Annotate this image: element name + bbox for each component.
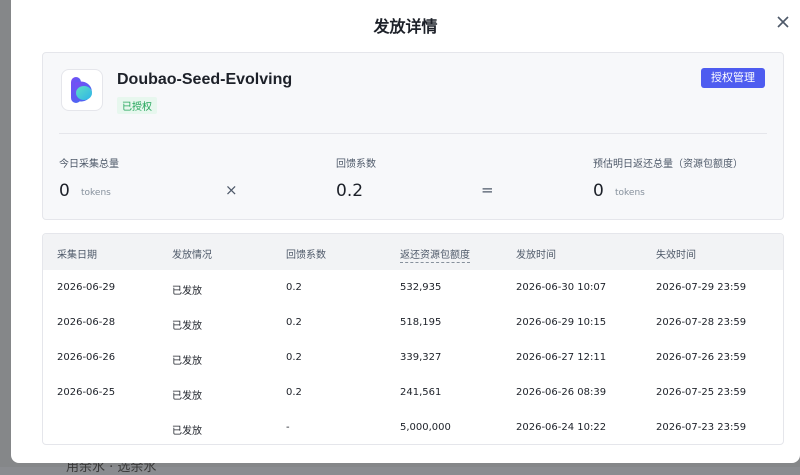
model-logo <box>61 69 103 111</box>
cell-collect-date: 2026-06-29 <box>57 282 116 293</box>
cell-issue-time: 2026-06-27 12:11 <box>516 352 607 363</box>
cell-collect-date: 2026-06-25 <box>57 387 116 398</box>
cell-issue-time: 2026-06-30 10:07 <box>516 282 607 293</box>
cell-refund-quota: 241,561 <box>400 387 442 398</box>
equals-operator: = <box>481 181 494 199</box>
estimate-label: 预估明日返还总量（资源包额度） <box>593 159 743 170</box>
cell-issue-status: 已发放 <box>172 426 202 437</box>
column-header-collect-date: 采集日期 <box>57 250 97 261</box>
cell-collect-date: 2026-06-26 <box>57 352 116 363</box>
doubao-logo-icon <box>71 77 92 103</box>
cell-coefficient: - <box>286 422 290 433</box>
column-header-issue-status: 发放情况 <box>172 250 212 261</box>
coefficient-value: 0.2 <box>336 181 364 201</box>
cell-expire-time: 2026-07-25 23:59 <box>656 387 747 398</box>
cell-issue-time: 2026-06-26 08:39 <box>516 387 607 398</box>
cell-coefficient: 0.2 <box>286 282 302 293</box>
close-icon[interactable] <box>775 14 791 30</box>
cell-issue-status: 已发放 <box>172 321 202 332</box>
cell-issue-time: 2026-06-24 10:22 <box>516 422 607 433</box>
cell-expire-time: 2026-07-29 23:59 <box>656 282 747 293</box>
cell-issue-status: 已发放 <box>172 391 202 402</box>
card-divider <box>59 133 767 134</box>
cell-issue-time: 2026-06-29 10:15 <box>516 317 607 328</box>
estimate-value: 0 <box>593 181 604 201</box>
issuance-detail-modal: 发放详情 Doubao-Seed-Evolving 已授权 授权管理 今日采集总… <box>11 0 800 463</box>
cell-coefficient: 0.2 <box>286 387 302 398</box>
cell-refund-quota: 532,935 <box>400 282 442 293</box>
cell-refund-quota: 339,327 <box>400 352 442 363</box>
column-header-expire-time: 失效时间 <box>656 250 696 261</box>
modal-title: 发放详情 <box>373 17 438 36</box>
collected-total-unit: tokens <box>81 188 111 198</box>
cell-refund-quota: 5,000,000 <box>400 422 451 433</box>
column-header-coefficient: 回馈系数 <box>286 250 326 261</box>
coefficient-label: 回馈系数 <box>336 159 376 170</box>
manage-authorization-button[interactable]: 授权管理 <box>701 68 765 88</box>
model-name: Doubao-Seed-Evolving <box>117 71 293 88</box>
cell-refund-quota: 518,195 <box>400 317 442 328</box>
multiply-operator: × <box>225 181 238 199</box>
cell-coefficient: 0.2 <box>286 317 302 328</box>
authorized-status-badge: 已授权 <box>117 97 157 114</box>
collected-total-value: 0 <box>59 181 70 201</box>
column-header-refund-quota[interactable]: 返还资源包额度 <box>400 246 470 263</box>
cell-coefficient: 0.2 <box>286 352 302 363</box>
column-header-issue-time: 发放时间 <box>516 250 556 261</box>
cell-issue-status: 已发放 <box>172 356 202 367</box>
cell-expire-time: 2026-07-28 23:59 <box>656 317 747 328</box>
cell-expire-time: 2026-07-26 23:59 <box>656 352 747 363</box>
table-header: 采集日期 发放情况 回馈系数 返还资源包额度 发放时间 失效时间 <box>43 234 783 270</box>
cell-collect-date: 2026-06-28 <box>57 317 116 328</box>
collected-total-label: 今日采集总量 <box>59 159 119 170</box>
issuance-table: 采集日期 发放情况 回馈系数 返还资源包额度 发放时间 失效时间 2026-06… <box>42 233 784 445</box>
cell-expire-time: 2026-07-23 23:59 <box>656 422 747 433</box>
model-summary-card: Doubao-Seed-Evolving 已授权 授权管理 今日采集总量 0 t… <box>42 52 784 220</box>
estimate-unit: tokens <box>615 188 645 198</box>
cell-issue-status: 已发放 <box>172 286 202 297</box>
